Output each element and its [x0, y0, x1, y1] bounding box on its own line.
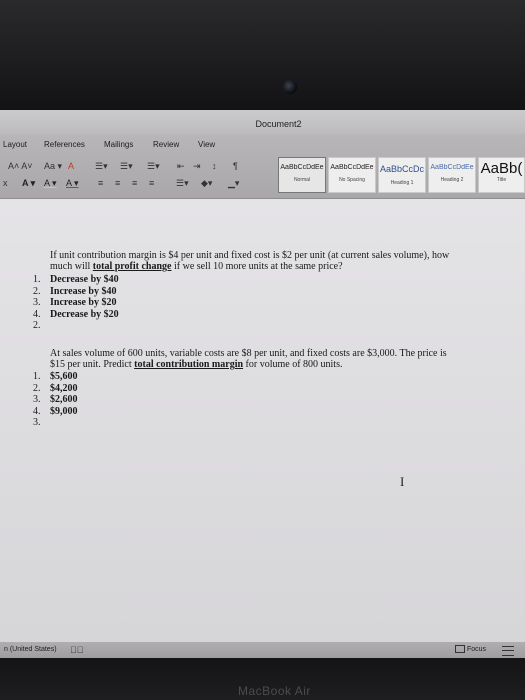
option-text: $2,600	[50, 394, 78, 406]
text-run: if we sell 10 more units at the same pri…	[171, 261, 343, 272]
style-name: Heading 1	[390, 180, 414, 186]
list-item: 2. Increase by $40	[33, 285, 117, 297]
numbering-icon[interactable]: ☰▾	[120, 161, 133, 172]
underlined-phrase: total contribution margin	[134, 359, 244, 370]
text-run: much will	[50, 261, 93, 272]
align-center-icon[interactable]: ≡	[115, 178, 120, 188]
change-case-button[interactable]: Aa ▾	[44, 161, 62, 172]
list-item: 4. $9,000	[33, 405, 78, 417]
document-page[interactable]: If unit contribution margin is $4 per un…	[0, 199, 525, 642]
line-spacing-icon[interactable]: ☰▾	[176, 178, 189, 189]
empty-list-number: 2.	[33, 320, 41, 332]
text-cursor-icon: I	[400, 474, 405, 489]
tab-layout[interactable]: Layout	[3, 140, 27, 149]
font-size-buttons[interactable]: A˄ A˅	[8, 161, 33, 171]
option-text: $5,600	[50, 371, 78, 382]
style-heading-2[interactable]: AaBbCcDdEe Heading 2	[428, 157, 476, 193]
question-2: At sales volume of 600 units, variable c…	[50, 348, 447, 370]
question-1: If unit contribution margin is $4 per un…	[50, 250, 449, 272]
question-1-options: 1. Decrease by $40 2. Increase by $40 3. In…	[33, 274, 119, 332]
document-body: If unit contribution margin is $4 per un…	[0, 199, 525, 642]
list-item: 3. Increase by $20	[33, 297, 117, 309]
tab-view[interactable]: View	[198, 140, 215, 149]
style-heading-1[interactable]: AaBbCcDc Heading 1	[378, 157, 426, 193]
show-formatting-button[interactable]: ¶	[233, 161, 238, 171]
font-color-button[interactable]: A ▾	[66, 178, 79, 189]
camera	[283, 80, 297, 94]
empty-list-number: 3.	[33, 417, 41, 429]
style-name: No Spacing	[339, 177, 365, 183]
highlight-color-button[interactable]: A ▾	[44, 178, 57, 189]
justify-icon[interactable]: ≡	[149, 178, 154, 188]
text-run: for volume of 800 units.	[243, 359, 343, 370]
list-item: 1. $5,600	[33, 371, 78, 382]
style-sample: AaBbCcDdEe	[280, 164, 324, 171]
list-item: 4. Decrease by $20	[33, 308, 119, 320]
laptop-brand-label: MacBook Air	[238, 684, 311, 698]
borders-icon[interactable]: ▁▾	[228, 178, 239, 189]
view-menu-icon[interactable]	[502, 646, 514, 656]
style-normal[interactable]: AaBbCcDdEe Normal	[278, 157, 326, 193]
style-no-spacing[interactable]: AaBbCcDdEe No Spacing	[328, 157, 376, 193]
option-text: Decrease by $20	[50, 308, 119, 320]
tab-mailings[interactable]: Mailings	[104, 140, 133, 149]
question-2-line-1: At sales volume of 600 units, variable c…	[50, 348, 447, 359]
option-text: Decrease by $40	[50, 274, 119, 285]
ribbon: Layout References Mailings Review View A…	[0, 134, 525, 199]
align-right-icon[interactable]: ≡	[132, 178, 137, 188]
question-2-line-2: $15 per unit. Predict total contribution…	[50, 359, 447, 370]
option-text: Increase by $40	[50, 285, 117, 297]
style-name: Title	[496, 177, 507, 183]
window-title: Document2	[255, 119, 302, 129]
strikethrough-icon[interactable]: x	[3, 178, 8, 188]
sort-icon[interactable]: ↕	[212, 161, 217, 171]
question-1-line-1: If unit contribution margin is $4 per un…	[50, 250, 450, 261]
style-sample: AaBbCcDc	[379, 164, 424, 174]
question-2-options: 1. $5,600 2. $4,200 3. $2,600 4. $9,000 3.	[33, 371, 78, 429]
laptop-bezel	[0, 0, 525, 110]
style-title[interactable]: AaBb( Title	[478, 157, 525, 193]
bullets-icon[interactable]: ☰▾	[95, 161, 108, 172]
tab-references[interactable]: References	[44, 140, 85, 149]
tab-review[interactable]: Review	[153, 140, 179, 149]
style-sample: AaBbCcDdEe	[330, 164, 374, 171]
list-item: 3.	[33, 417, 78, 429]
style-sample: AaBb(	[480, 160, 523, 177]
option-text: Increase by $20	[50, 297, 117, 309]
question-1-line-2: much will total profit change if we sell…	[50, 261, 449, 272]
focus-label: Focus	[467, 646, 487, 653]
status-bar: n (United States) ✓⃞ Focus	[0, 642, 525, 658]
underlined-phrase: total profit change	[92, 261, 172, 272]
list-item: 1. Decrease by $40	[33, 274, 119, 285]
option-text: $4,200	[50, 382, 78, 394]
list-item: 2.	[33, 320, 119, 332]
decrease-indent-icon[interactable]: ⇤	[177, 161, 185, 172]
language-indicator[interactable]: n (United States)	[4, 642, 57, 658]
style-sample: AaBbCcDdEe	[430, 164, 474, 171]
focus-button[interactable]: Focus	[455, 642, 486, 658]
window-titlebar: Document2	[0, 110, 525, 134]
increase-indent-icon[interactable]: ⇥	[193, 161, 201, 172]
align-left-icon[interactable]: ≡	[98, 178, 103, 188]
multilevel-list-icon[interactable]: ☰▾	[147, 161, 160, 172]
focus-icon	[455, 645, 465, 654]
list-item: 2. $4,200	[33, 382, 78, 394]
shading-icon[interactable]: ◆▾	[201, 178, 212, 189]
text-effects-button[interactable]: A ▾	[22, 178, 35, 189]
list-item: 3. $2,600	[33, 394, 78, 406]
option-text: $9,000	[50, 405, 78, 417]
style-name: Heading 2	[440, 177, 464, 183]
style-name: Normal	[293, 177, 311, 183]
text-run: $15 per unit. Predict	[50, 359, 135, 370]
styles-gallery: AaBbCcDdEe Normal AaBbCcDdEe No Spacing …	[278, 157, 525, 197]
clear-formatting-button[interactable]: A	[68, 161, 74, 171]
proofing-icon[interactable]: ✓⃞	[70, 642, 84, 658]
